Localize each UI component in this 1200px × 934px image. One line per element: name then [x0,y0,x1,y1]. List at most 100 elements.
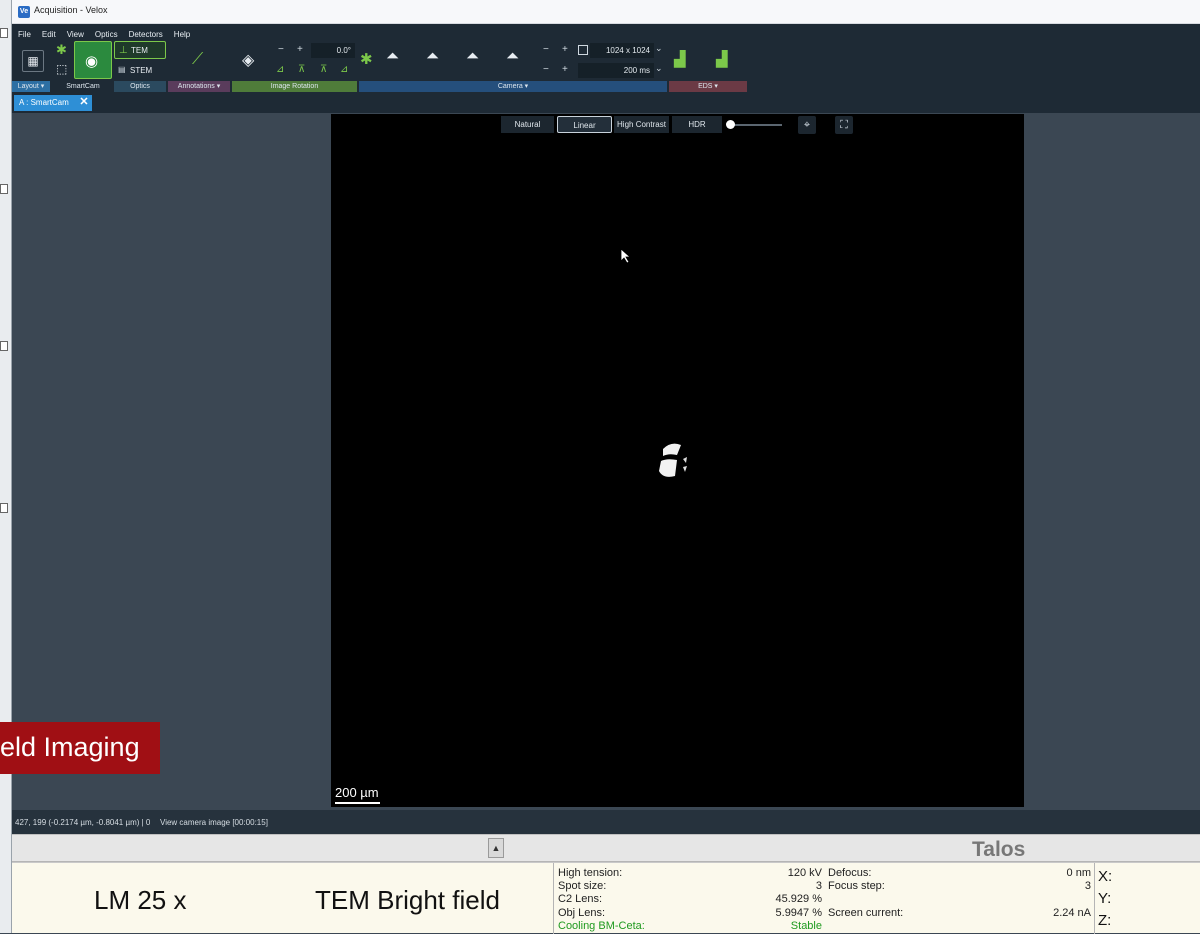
eds-spectrum-play-icon[interactable]: ▟ [674,50,686,68]
display-hdr-button[interactable]: HDR [672,116,722,133]
param-value: 5.9947 % [775,907,822,919]
acquire-video-icon[interactable]: ⏶ [506,48,519,66]
param-label: Screen current: [828,907,904,919]
divider [553,863,554,934]
velox-app-icon: Ve [18,6,30,18]
acquire-snapshot-icon[interactable]: ⏶ [426,48,439,66]
param-value: 3 [1084,880,1091,892]
panel-scroll-up-button[interactable]: ▲ [488,838,504,858]
beam-blank-icon[interactable]: ✱ [360,50,373,68]
stem-label: STEM [130,66,153,75]
rotate-icon[interactable]: ◈ [242,50,254,70]
tilt-center-icon[interactable]: ⊼ [320,64,327,75]
status-bar: 427, 199 (-0.2174 µm, -0.8041 µm) | 0 Vi… [12,810,1200,834]
fit-frame-icon[interactable]: ⬚ [56,62,67,76]
edge-marker [0,28,8,38]
chevron-down-icon[interactable]: ⌄ [655,43,663,54]
param-label: Cooling BM-Ceta: [558,920,645,932]
param-value: 0 nm [1066,867,1091,879]
tem-toggle[interactable]: ⊥ TEM [114,41,166,59]
param-label: High tension: [558,867,623,879]
stage-x-label: X: [1098,868,1113,885]
menu-help[interactable]: Help [168,27,195,39]
menu-detectors[interactable]: Detectors [123,27,168,39]
acquire-play-icon[interactable]: ⏶ [386,48,399,66]
rotation-input[interactable]: 0.0° [311,43,355,58]
menu-edit[interactable]: Edit [36,27,61,39]
edge-marker [0,341,8,351]
edge-marker [0,184,8,194]
group-optics: Optics [114,81,166,92]
param-label: C2 Lens: [558,893,603,905]
rotation-minus-icon[interactable]: − [278,44,284,55]
magnification-readout: LM 25 x [94,885,187,915]
display-natural-button[interactable]: Natural [501,116,554,133]
microscope-info-panel: LM 25 x TEM Bright field High tension: 1… [12,862,1200,934]
stem-icon: ▤ [118,65,126,74]
param-value: 3 [815,880,822,892]
group-annotations[interactable]: Annotations ▾ [168,81,230,92]
beam-icon[interactable]: ✱ [56,42,67,58]
tilt-left-icon[interactable]: ⊼ [298,64,305,75]
acquire-series-icon[interactable]: ⏶ [466,48,479,66]
group-camera[interactable]: Camera ▾ [359,81,667,92]
video-caption-banner: eld Imaging [0,722,160,774]
stem-toggle[interactable]: ▤ STEM [114,62,166,78]
param-value: 2.24 nA [1053,907,1091,919]
fullscreen-icon[interactable]: ⛶ [835,116,853,134]
mouse-cursor-icon [620,248,632,264]
brightness-slider-track[interactable] [730,124,782,126]
menu-bar: File Edit View Optics Detectors Help [12,24,1200,40]
display-linear-button[interactable]: Linear [557,116,612,133]
scale-bar-label: 200 µm [335,785,379,800]
param-label: Spot size: [558,880,607,892]
layout-icon[interactable]: ▦ [22,50,44,72]
rotation-plus-icon[interactable]: + [297,44,303,55]
tem-label: TEM [131,46,148,55]
param-label: Obj Lens: [558,907,606,919]
camera-image[interactable]: Natural Linear High Contrast HDR ⌖ ⛶ 200… [331,114,1024,807]
ribbon-group-labels: Layout ▾ SmartCam Optics Annotations ▾ I… [12,81,1200,93]
group-smartcam: SmartCam [52,81,114,92]
talos-header: ▲ Talos [12,834,1200,862]
window-titlebar: Ve Acquisition - Velox [12,0,1200,24]
edge-marker [0,503,8,513]
ribbon-toolbar: ▦ ✱ ⬚ ◉ ⊥ TEM ▤ STEM ⟋ ◈ − + 0.0° ⊿ ⊼ ⊼ … [12,40,1200,82]
cursor-coordinates: 427, 199 (-0.2174 µm, -0.8041 µm) | 0 [15,818,151,827]
exposure-select[interactable]: 200 ms [578,63,654,78]
size-minus-icon[interactable]: − [543,44,549,55]
document-tabbar: A : SmartCam ✕ [12,93,1200,113]
eds-spectrum-snapshot-icon[interactable]: ▟ [716,50,728,68]
param-value: 120 kV [787,867,822,879]
status-message: View camera image [00:00:15] [160,818,268,827]
align-icon[interactable]: ⊿ [276,64,284,75]
menu-view[interactable]: View [61,27,89,39]
chevron-down-icon[interactable]: ⌄ [655,63,663,74]
crosshair-icon[interactable]: ⌖ [798,116,816,134]
menu-file[interactable]: File [12,27,36,39]
tilt-right-icon[interactable]: ⊿ [340,64,348,75]
measure-icon[interactable]: ⟋ [192,51,203,69]
param-value: 45.929 % [775,893,822,905]
square-checkbox[interactable] [578,45,588,55]
tem-icon: ⊥ [119,45,128,56]
size-plus-icon[interactable]: + [562,44,568,55]
beam-spot [659,443,687,477]
exposure-plus-icon[interactable]: + [562,64,568,75]
brightness-slider-knob[interactable] [726,120,735,129]
exposure-minus-icon[interactable]: − [543,64,549,75]
tab-smartcam[interactable]: A : SmartCam ✕ [14,95,92,111]
group-eds[interactable]: EDS ▾ [669,81,747,92]
display-high-contrast-button[interactable]: High Contrast [614,116,669,133]
group-image-rotation: Image Rotation [232,81,357,92]
frame-size-select[interactable]: 1024 x 1024 [590,43,654,58]
param-label: Defocus: [828,867,872,879]
param-label: Focus step: [828,880,885,892]
menu-optics[interactable]: Optics [89,27,123,39]
close-icon[interactable]: ✕ [78,97,90,109]
stage-y-label: Y: [1098,890,1112,907]
group-layout[interactable]: Layout ▾ [12,81,50,92]
tab-smartcam-label: A : SmartCam [19,98,69,107]
smartcam-button[interactable]: ◉ [74,41,112,79]
binoculars-icon: ◉ [85,53,99,70]
